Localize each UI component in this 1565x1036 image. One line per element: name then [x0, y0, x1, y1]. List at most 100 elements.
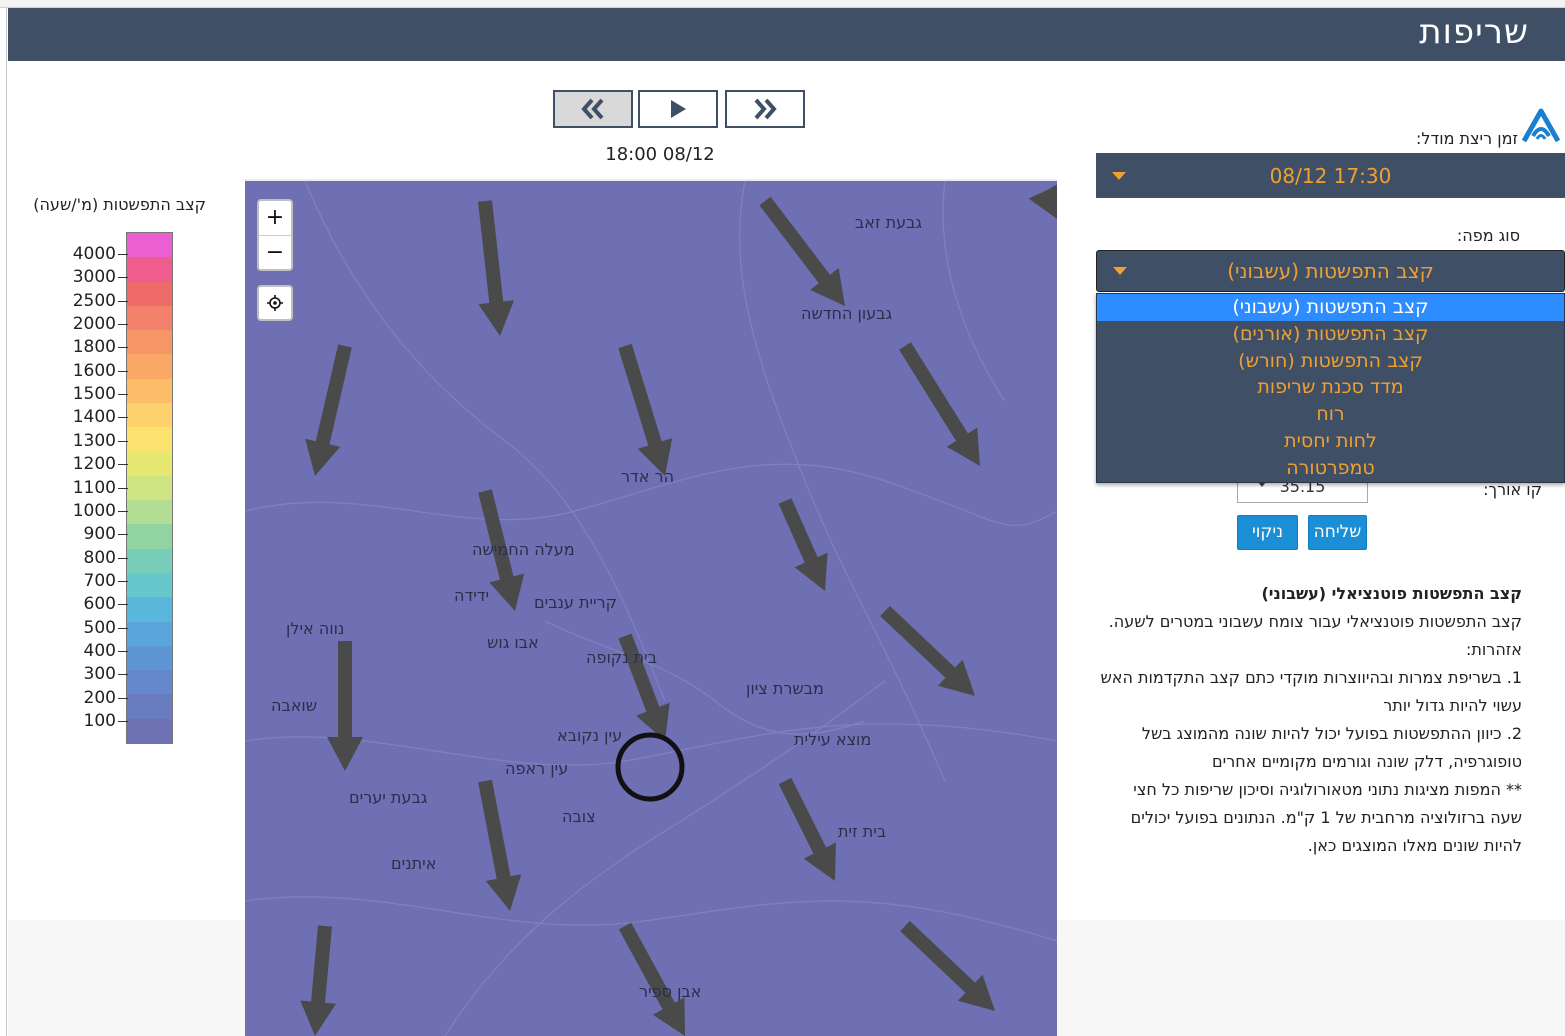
map-place-label: ידידה	[454, 586, 490, 605]
legend-tick	[118, 674, 128, 676]
page-border-left	[6, 8, 7, 1036]
legend-tick-label: 3000	[72, 267, 116, 288]
map-type-option[interactable]: רוח	[1097, 401, 1564, 428]
legend-tick	[118, 300, 128, 302]
legend-tick	[118, 697, 128, 699]
legend-tick	[118, 417, 128, 419]
legend-color-swatch	[127, 597, 172, 623]
legend-tick-label: 4000	[72, 244, 116, 264]
wind-arrow	[899, 342, 980, 466]
legend-color-swatch	[127, 233, 172, 258]
map-place-label: מבשרת ציון	[746, 679, 824, 698]
legend-tick	[118, 510, 128, 512]
warnings-label: אזהרות:	[1466, 640, 1522, 659]
wind-arrows	[300, 184, 1057, 1036]
map-type-option[interactable]: מדד סכנת שריפות	[1097, 374, 1564, 401]
model-time-value: 17:30 08/12	[1269, 163, 1392, 188]
legend-tick-label: 300	[83, 664, 116, 685]
legend-tick	[118, 721, 128, 722]
map-place-label: גבעת יערים	[349, 788, 428, 807]
legend-tick	[118, 604, 128, 606]
legend-color-swatch	[127, 500, 172, 525]
data-note: ** המפות מציגות נתוני מטאורולוגיה וסיכון…	[1130, 780, 1522, 855]
legend-color-bar	[126, 232, 173, 744]
map-place-label: קריית ענבים	[534, 593, 618, 612]
legend-tick	[118, 627, 128, 629]
map-type-option[interactable]: קצב התפשטות (חורש)	[1097, 348, 1564, 375]
legend-tick-label: 1200	[72, 454, 116, 475]
legend-tick	[118, 557, 128, 559]
legend-color-swatch	[127, 451, 172, 477]
map-roads	[245, 181, 1057, 1036]
legend-tick	[118, 440, 128, 442]
legend-tick-label: 1800	[72, 337, 116, 358]
model-time-select[interactable]: 17:30 08/12	[1096, 153, 1565, 198]
play-button[interactable]	[638, 90, 718, 128]
map-place-label: עין ראפה	[505, 759, 569, 778]
logo-icon	[1521, 108, 1561, 143]
legend-color-swatch	[127, 524, 172, 550]
legend-tick	[118, 254, 128, 255]
map-place-label: בית נקופה	[586, 648, 657, 667]
legend-tick-label: 1400	[72, 407, 116, 428]
zoom-in-button[interactable]: +	[259, 201, 291, 235]
wind-arrow	[900, 920, 995, 1011]
map-type-option[interactable]: טמפרטורה	[1097, 455, 1564, 482]
caret-down-icon	[1112, 171, 1126, 180]
model-time-label: זמן ריצת מודל:	[1416, 129, 1518, 148]
legend-color-swatch	[127, 621, 172, 647]
map-type-value: קצב התפשטות (עשבוני)	[1227, 259, 1434, 283]
map-type-option[interactable]: קצב התפשטות (אורנים)	[1097, 321, 1564, 348]
map-place-label: נווה אילן	[286, 619, 345, 638]
zoom-out-button[interactable]: −	[259, 235, 291, 269]
legend-color-swatch	[127, 645, 172, 671]
warning-item: 2. כיוון ההתפשטות בפועל יכול להיות שונה …	[1141, 724, 1522, 771]
wind-arrow	[305, 344, 352, 476]
map-type-select[interactable]: קצב התפשטות (עשבוני)	[1096, 250, 1565, 292]
legend-color-swatch	[127, 548, 172, 574]
map-type-option[interactable]: קצב התפשטות (עשבוני)	[1097, 294, 1564, 321]
play-icon	[671, 100, 686, 118]
locate-button[interactable]	[259, 287, 291, 319]
legend-color-swatch	[127, 257, 172, 283]
step-forward-button[interactable]	[725, 90, 805, 128]
legend-color-swatch	[127, 694, 172, 720]
selected-location-marker	[615, 732, 685, 802]
map-place-label: גבעון החדשה	[801, 304, 893, 323]
send-button[interactable]: שליחה	[1308, 515, 1367, 550]
app-logo	[1520, 108, 1562, 148]
map-view[interactable]: + − גבעת זאב גבעון החדשה הר אדר מעלה החמ…	[245, 181, 1057, 1036]
legend-title: קצב התפשטות (מ'/שעה)	[33, 195, 206, 214]
legend-tick	[118, 347, 128, 349]
legend-tick-label: 2000	[72, 314, 116, 335]
wind-arrow	[327, 641, 363, 771]
legend-color-swatch	[127, 378, 172, 404]
clear-button[interactable]: ניקוי	[1237, 515, 1298, 550]
page-title: שריפות	[1419, 12, 1529, 52]
map-place-label: מעלה החמישה	[472, 540, 575, 559]
map-place-label: בית זית	[838, 822, 887, 841]
legend-tick-label: 200	[83, 687, 116, 708]
step-back-button[interactable]	[553, 90, 633, 128]
legend-tick-label: 600	[83, 594, 116, 615]
legend-color-swatch	[127, 670, 172, 695]
map-type-option[interactable]: לחות יחסית	[1097, 428, 1564, 455]
map-place-label: עין נקובא	[557, 726, 623, 745]
legend-tick-label: 900	[83, 524, 116, 545]
forecast-timestamp: 18:00 08/12	[605, 144, 715, 165]
legend-tick	[118, 394, 128, 396]
legend-color-swatch	[127, 330, 172, 355]
legend-color-swatch	[127, 305, 172, 331]
wind-arrow	[1028, 184, 1057, 219]
wind-arrow	[618, 922, 685, 1036]
legend-color-swatch	[127, 354, 172, 380]
wind-arrow	[778, 777, 836, 881]
description-body: קצב התפשטות פוטנציאלי עבור צומח עשבוני ב…	[1108, 612, 1522, 631]
legend-color-swatch	[127, 427, 172, 453]
legend-color-swatch	[127, 573, 172, 598]
wind-arrow	[300, 925, 336, 1036]
legend-tick-label: 400	[83, 640, 116, 661]
map-place-label: אבן ספיר	[639, 982, 702, 1001]
map-place-label: אבו גוש	[487, 633, 539, 652]
crosshair-icon	[267, 295, 283, 311]
